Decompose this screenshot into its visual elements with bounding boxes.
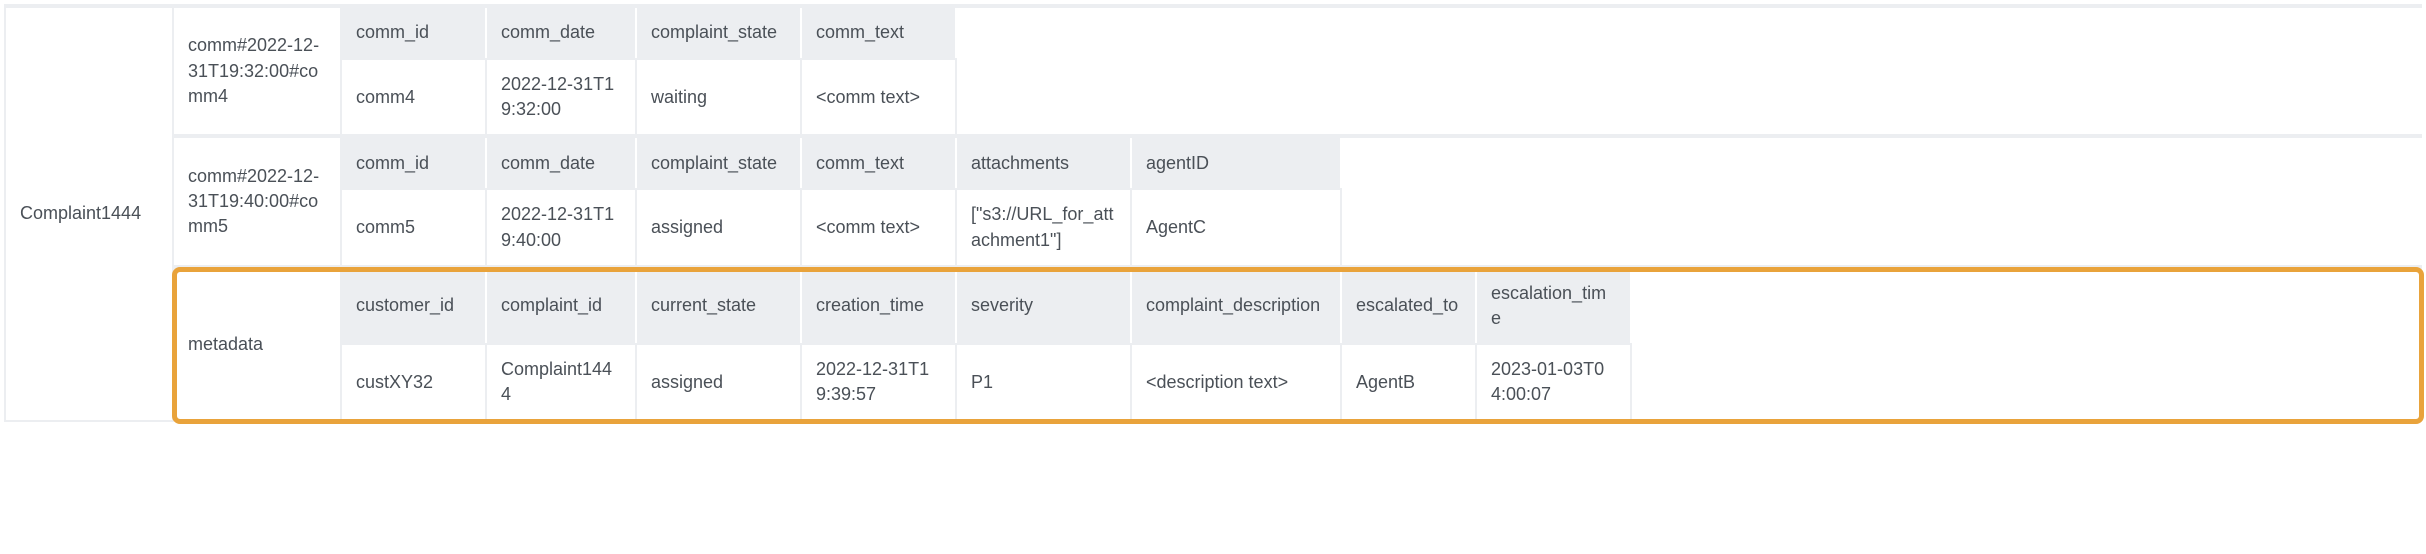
attr-header-row: comm_id comm_date complaint_state comm_t… <box>342 138 1342 188</box>
attr-header-row: customer_id complaint_id current_state c… <box>342 269 1632 343</box>
record-attributes: comm_id comm_date complaint_state comm_t… <box>342 8 957 134</box>
cell-value: <description text> <box>1132 345 1342 419</box>
cell-value: AgentC <box>1132 190 1342 264</box>
partition-key-value: Complaint1444 <box>20 203 141 224</box>
sort-key-value: metadata <box>188 332 263 357</box>
records-container: comm#2022-12-31T19:32:00#comm4 comm_id c… <box>174 8 2422 422</box>
attr-data-row: comm4 2022-12-31T19:32:00 waiting <comm … <box>342 58 957 134</box>
column-header: creation_time <box>802 269 957 343</box>
column-header: customer_id <box>342 269 487 343</box>
column-header: comm_text <box>802 138 957 188</box>
column-header: current_state <box>637 269 802 343</box>
column-header: escalated_to <box>1342 269 1477 343</box>
cell-value: 2023-01-03T04:00:07 <box>1477 345 1632 419</box>
cell-value: <comm text> <box>802 190 957 264</box>
cell-value: custXY32 <box>342 345 487 419</box>
sort-key-cell: comm#2022-12-31T19:32:00#comm4 <box>174 8 342 134</box>
attr-data-row: comm5 2022-12-31T19:40:00 assigned <comm… <box>342 188 1342 264</box>
column-header: comm_id <box>342 138 487 188</box>
column-header: complaint_id <box>487 269 637 343</box>
cell-value: assigned <box>637 345 802 419</box>
column-header: complaint_description <box>1132 269 1342 343</box>
cell-value: <comm text> <box>802 60 957 134</box>
column-header: comm_id <box>342 8 487 58</box>
record-row: comm#2022-12-31T19:40:00#comm5 comm_id c… <box>174 138 2422 268</box>
column-header: escalation_time <box>1477 269 1632 343</box>
cell-value: P1 <box>957 345 1132 419</box>
cell-value: 2022-12-31T19:39:57 <box>802 345 957 419</box>
column-header: complaint_state <box>637 138 802 188</box>
cell-value: AgentB <box>1342 345 1477 419</box>
column-header: attachments <box>957 138 1132 188</box>
column-header: severity <box>957 269 1132 343</box>
attr-header-row: comm_id comm_date complaint_state comm_t… <box>342 8 957 58</box>
sort-key-value: comm#2022-12-31T19:32:00#comm4 <box>188 33 326 109</box>
cell-value: 2022-12-31T19:32:00 <box>487 60 637 134</box>
partition-key-cell: Complaint1444 <box>4 8 174 422</box>
record-attributes: customer_id complaint_id current_state c… <box>342 269 1632 420</box>
column-header: comm_text <box>802 8 957 58</box>
column-header: comm_date <box>487 8 637 58</box>
cell-value: waiting <box>637 60 802 134</box>
record-attributes: comm_id comm_date complaint_state comm_t… <box>342 138 1342 264</box>
sort-key-value: comm#2022-12-31T19:40:00#comm5 <box>188 164 326 240</box>
complaint-table: Complaint1444 comm#2022-12-31T19:32:00#c… <box>4 4 2422 422</box>
cell-value: Complaint1444 <box>487 345 637 419</box>
column-header: agentID <box>1132 138 1342 188</box>
cell-value: assigned <box>637 190 802 264</box>
record-row: comm#2022-12-31T19:32:00#comm4 comm_id c… <box>174 8 2422 138</box>
cell-value: comm4 <box>342 60 487 134</box>
column-header: comm_date <box>487 138 637 188</box>
cell-value: 2022-12-31T19:40:00 <box>487 190 637 264</box>
cell-value: comm5 <box>342 190 487 264</box>
sort-key-cell: metadata <box>174 269 342 420</box>
record-row-highlighted: metadata customer_id complaint_id curren… <box>174 269 2422 422</box>
attr-data-row: custXY32 Complaint1444 assigned 2022-12-… <box>342 343 1632 419</box>
cell-value: ["s3://URL_for_attachment1"] <box>957 190 1132 264</box>
sort-key-cell: comm#2022-12-31T19:40:00#comm5 <box>174 138 342 264</box>
column-header: complaint_state <box>637 8 802 58</box>
